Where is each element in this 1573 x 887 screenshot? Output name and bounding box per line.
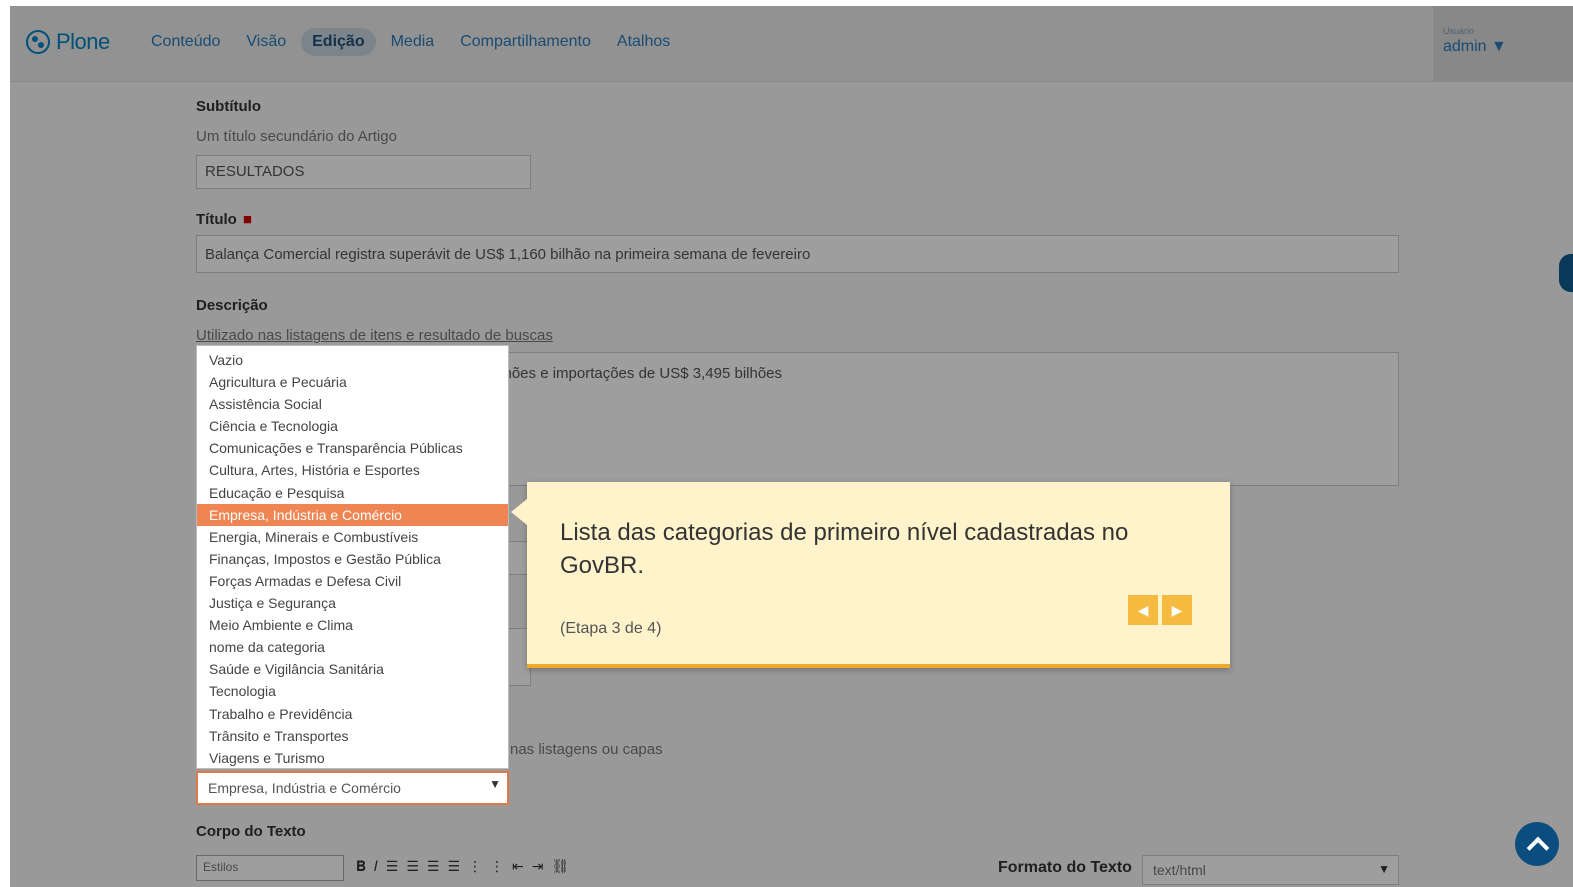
dropdown-option[interactable]: Meio Ambiente e Clima [197, 614, 508, 636]
dropdown-option[interactable]: Empresa, Indústria e Comércio [197, 503, 508, 526]
category-select[interactable]: Empresa, Indústria e Comércio ▼ [196, 771, 509, 805]
tooltip-text: Lista das categorias de primeiro nível c… [560, 519, 1129, 579]
tooltip-step: (Etapa 3 de 4) [560, 620, 662, 637]
category-dropdown-list[interactable]: Vazio Agricultura e Pecuária Assistência S… [196, 345, 509, 769]
plone-edit-window: Plone Conteúdo Visão Edição Media Compar… [10, 6, 1573, 887]
dropdown-option[interactable]: Forças Armadas e Defesa Civil [197, 570, 508, 592]
dropdown-option[interactable]: Educação e Pesquisa [197, 482, 508, 504]
dropdown-option[interactable]: Tecnologia [197, 680, 508, 702]
dropdown-option[interactable]: Trabalho e Previdência [197, 703, 508, 725]
dropdown-option[interactable]: Finanças, Impostos e Gestão Pública [197, 548, 508, 570]
dropdown-option[interactable]: Assistência Social [197, 393, 508, 415]
dropdown-option[interactable]: Vazio [197, 349, 508, 371]
dropdown-option[interactable]: Cultura, Artes, História e Esportes [197, 459, 508, 481]
dropdown-option[interactable]: nome da categoria [197, 636, 508, 658]
dropdown-option[interactable]: Agricultura e Pecuária [197, 371, 508, 393]
dropdown-option[interactable]: Trânsito e Transportes [197, 725, 508, 747]
dropdown-option[interactable]: Ciência e Tecnologia [197, 415, 508, 437]
tour-next-button[interactable]: ▶ [1162, 595, 1192, 625]
dropdown-option[interactable]: Energia, Minerais e Combustíveis [197, 526, 508, 548]
category-select-value: Empresa, Indústria e Comércio [208, 780, 401, 796]
dropdown-option[interactable]: Viagens e Turismo [197, 747, 508, 769]
chevron-down-icon: ▼ [489, 777, 501, 791]
scroll-to-top-button[interactable] [1515, 822, 1559, 866]
tour-prev-button[interactable]: ◀ [1128, 595, 1158, 625]
dropdown-option[interactable]: Justiça e Segurança [197, 592, 508, 614]
tour-tooltip: Lista das categorias de primeiro nível c… [511, 482, 1230, 668]
dropdown-option[interactable]: Saúde e Vigilância Sanitária [197, 658, 508, 680]
dropdown-option[interactable]: Comunicações e Transparência Públicas [197, 437, 508, 459]
